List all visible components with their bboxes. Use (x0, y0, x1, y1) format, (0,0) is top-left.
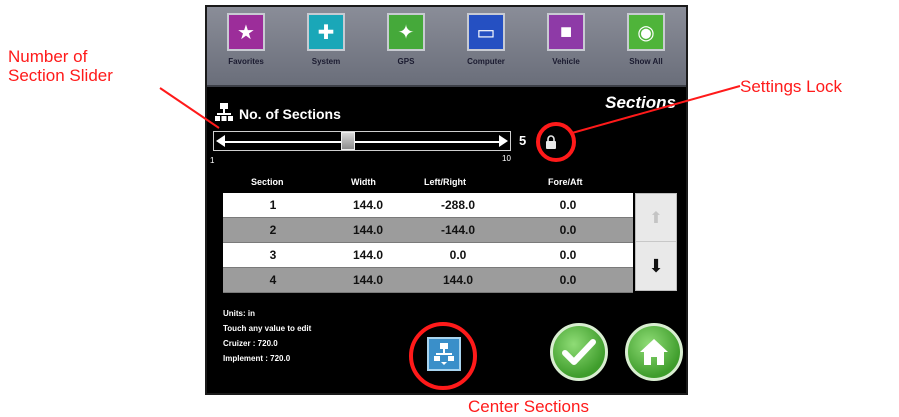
home-icon (640, 339, 668, 365)
edit-hint-text: Touch any value to edit (223, 324, 312, 333)
cell-fore-aft[interactable]: 0.0 (503, 223, 633, 237)
toolbar-label: Computer (467, 57, 505, 66)
callout-slider-label-line2: Section Slider (8, 66, 113, 85)
column-header-left-right: Left/Right (424, 177, 466, 187)
slider-min-label: 1 (210, 156, 215, 165)
arrow-down-icon: ⬇ (648, 255, 664, 276)
column-header-width: Width (351, 177, 376, 187)
number-of-sections-slider[interactable] (213, 131, 511, 151)
callout-center-sections-label: Center Sections (468, 397, 589, 416)
toolbar-gps-button[interactable]: ✦ GPS (371, 13, 441, 81)
table-row[interactable]: 1 144.0 -288.0 0.0 (223, 193, 633, 218)
accept-button[interactable] (550, 323, 608, 381)
gps-satellite-icon: ✦ (387, 13, 425, 51)
cell-section: 3 (269, 248, 277, 262)
arrow-left-icon (216, 135, 225, 147)
column-header-fore-aft: Fore/Aft (548, 177, 583, 187)
toolbar-label: System (311, 57, 341, 66)
units-text: Units: in (223, 309, 255, 318)
callout-settings-lock-label: Settings Lock (740, 77, 843, 96)
arrow-up-icon: ⬆ (649, 210, 663, 227)
cruizer-width-text: Cruizer : 720.0 (223, 339, 278, 348)
toolbar-label: Show All (629, 57, 663, 66)
slider-max-label: 10 (502, 154, 511, 163)
slider-thumb[interactable] (341, 132, 356, 150)
slider-track (222, 141, 502, 143)
computer-icon: ▭ (467, 13, 505, 51)
home-button[interactable] (625, 323, 683, 381)
checkmark-icon (562, 339, 596, 365)
cell-section: 4 (269, 273, 277, 287)
toolbar-label: Vehicle (552, 57, 580, 66)
top-toolbar: ★ Favorites ✚ System ✦ GPS ▭ Computer ■ … (207, 7, 686, 87)
cell-fore-aft[interactable]: 0.0 (503, 248, 633, 262)
scroll-up-button[interactable]: ⬆ (636, 194, 676, 242)
implement-width-text: Implement : 720.0 (223, 354, 291, 363)
scroll-down-button[interactable]: ⬇ (636, 241, 676, 290)
center-sections-button[interactable] (427, 337, 461, 371)
slider-value: 5 (519, 133, 527, 148)
page-title: Sections (605, 93, 676, 112)
toolbar-label: GPS (397, 57, 415, 66)
toolbar-vehicle-button[interactable]: ■ Vehicle (531, 13, 601, 81)
toolbar-favorites-button[interactable]: ★ Favorites (211, 13, 281, 81)
sections-table: 1 144.0 -288.0 0.0 2 144.0 -144.0 0.0 3 … (223, 193, 633, 293)
vehicle-icon: ■ (547, 13, 585, 51)
cell-width[interactable]: 144.0 (323, 223, 413, 237)
toolbar-label: Favorites (228, 57, 264, 66)
cell-left-right[interactable]: 0.0 (413, 248, 503, 262)
star-icon: ★ (227, 13, 265, 51)
device-screen: ★ Favorites ✚ System ✦ GPS ▭ Computer ■ … (205, 5, 688, 395)
table-scrollbar: ⬆ ⬇ (635, 193, 677, 291)
callout-slider-label-line1: Number of (8, 47, 88, 66)
cell-width[interactable]: 144.0 (323, 273, 413, 287)
cell-left-right[interactable]: -144.0 (413, 223, 503, 237)
sections-heading-label: No. of Sections (239, 106, 341, 122)
toolbar-computer-button[interactable]: ▭ Computer (451, 13, 521, 81)
sections-heading: No. of Sections (215, 103, 341, 125)
cell-left-right[interactable]: -288.0 (413, 198, 503, 212)
center-sections-icon (434, 343, 454, 365)
system-tools-icon: ✚ (307, 13, 345, 51)
arrow-right-icon (499, 135, 508, 147)
table-row[interactable]: 2 144.0 -144.0 0.0 (223, 218, 633, 243)
sections-tree-icon (215, 103, 233, 121)
cell-fore-aft[interactable]: 0.0 (503, 273, 633, 287)
settings-lock-icon[interactable] (545, 135, 557, 149)
cell-section: 1 (269, 198, 277, 212)
toolbar-show-all-button[interactable]: ◉ Show All (611, 13, 681, 81)
cell-fore-aft[interactable]: 0.0 (503, 198, 633, 212)
cell-left-right[interactable]: 144.0 (413, 273, 503, 287)
cell-width[interactable]: 144.0 (323, 248, 413, 262)
cell-width[interactable]: 144.0 (323, 198, 413, 212)
cell-section: 2 (269, 223, 277, 237)
table-row[interactable]: 4 144.0 144.0 0.0 (223, 268, 633, 293)
column-header-section: Section (251, 177, 284, 187)
toolbar-system-button[interactable]: ✚ System (291, 13, 361, 81)
globe-icon: ◉ (627, 13, 665, 51)
table-row[interactable]: 3 144.0 0.0 0.0 (223, 243, 633, 268)
